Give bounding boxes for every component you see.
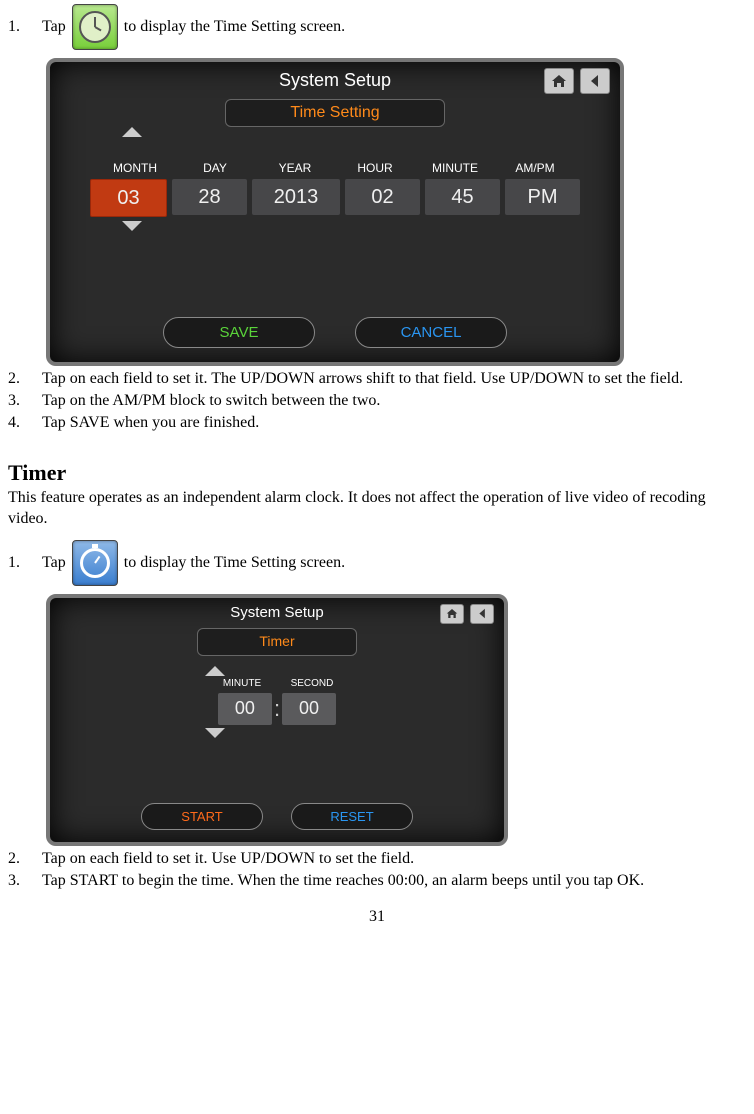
step-2-row: 2. Tap on each field to set it. The UP/D… (8, 370, 746, 388)
step-3-text: Tap on the AM/PM block to switch between… (42, 392, 746, 410)
timer-heading: Timer (8, 460, 746, 486)
field-row: 03 28 2013 02 45 PM (50, 179, 620, 217)
step-number: 1. (8, 18, 42, 36)
panel-title: System Setup (50, 598, 504, 624)
button-row: START RESET (50, 803, 504, 830)
timer-step-2-text: Tap on each field to set it. Use UP/DOWN… (42, 850, 746, 868)
reset-button[interactable]: RESET (291, 803, 413, 830)
step-4-row: 4. Tap SAVE when you are finished. (8, 414, 746, 432)
step-4-text: Tap SAVE when you are finished. (42, 414, 746, 432)
page-number: 31 (8, 908, 746, 926)
label-hour: HOUR (335, 161, 415, 175)
nav-buttons (440, 604, 494, 624)
arrow-up-icon[interactable] (92, 127, 172, 137)
panel-title: System Setup (50, 62, 620, 95)
hour-field[interactable]: 02 (345, 179, 420, 215)
label-minute: MINUTE (207, 678, 277, 689)
back-icon[interactable] (580, 68, 610, 94)
step-number: 3. (8, 392, 42, 410)
timer-step-1-content: Tap to display the Time Setting screen. (42, 540, 746, 586)
step-1-pre: Tap (42, 18, 66, 36)
colon: : (272, 693, 282, 725)
clock-icon (72, 4, 118, 50)
ampm-field[interactable]: PM (505, 179, 580, 215)
panel-tab: Timer (259, 633, 294, 649)
label-minute: MINUTE (415, 161, 495, 175)
back-icon[interactable] (470, 604, 494, 624)
label-year: YEAR (255, 161, 335, 175)
start-button[interactable]: START (141, 803, 263, 830)
arrow-down-icon[interactable] (185, 728, 245, 738)
save-button[interactable]: SAVE (163, 317, 315, 348)
label-month: MONTH (95, 161, 175, 175)
second-field[interactable]: 00 (282, 693, 336, 725)
timer-paragraph: This feature operates as an independent … (8, 488, 746, 530)
step-number: 2. (8, 850, 42, 868)
nav-buttons (544, 68, 610, 94)
step-1-content: Tap to display the Time Setting screen. (42, 4, 746, 50)
year-field[interactable]: 2013 (252, 179, 340, 215)
minute-field[interactable]: 00 (218, 693, 272, 725)
arrow-down-icon[interactable] (92, 221, 172, 231)
step-number: 3. (8, 872, 42, 890)
day-field[interactable]: 28 (172, 179, 247, 215)
field-headers: MINUTE SECOND (50, 678, 504, 689)
step-number: 2. (8, 370, 42, 388)
cancel-button[interactable]: CANCEL (355, 317, 507, 348)
panel-tab: Time Setting (290, 104, 379, 121)
home-icon[interactable] (544, 68, 574, 94)
month-field[interactable]: 03 (90, 179, 167, 217)
timer-step-1-post: to display the Time Setting screen. (124, 554, 345, 572)
minute-field[interactable]: 45 (425, 179, 500, 215)
timer-step-2-row: 2. Tap on each field to set it. Use UP/D… (8, 850, 746, 868)
timer-step-1-row: 1. Tap to display the Time Setting scree… (8, 540, 746, 586)
label-ampm: AM/PM (495, 161, 575, 175)
timer-step-3-row: 3. Tap START to begin the time. When the… (8, 872, 746, 890)
step-3-row: 3. Tap on the AM/PM block to switch betw… (8, 392, 746, 410)
step-1-row: 1. Tap to display the Time Setting scree… (8, 4, 746, 50)
home-icon[interactable] (440, 604, 464, 624)
label-second: SECOND (277, 678, 347, 689)
timer-screenshot: System Setup Timer MINUTE SECOND 00 : 00… (46, 594, 508, 846)
button-row: SAVE CANCEL (50, 317, 620, 348)
step-number: 4. (8, 414, 42, 432)
step-1-post: to display the Time Setting screen. (124, 18, 345, 36)
label-day: DAY (175, 161, 255, 175)
time-setting-screenshot: System Setup Time Setting MONTH DAY YEAR… (46, 58, 624, 366)
step-2-text: Tap on each field to set it. The UP/DOWN… (42, 370, 746, 388)
field-row: 00 : 00 (50, 693, 504, 725)
arrow-up-icon[interactable] (185, 666, 245, 676)
timer-step-1-pre: Tap (42, 554, 66, 572)
step-number: 1. (8, 554, 42, 572)
field-headers: MONTH DAY YEAR HOUR MINUTE AM/PM (50, 161, 620, 175)
timer-step-3-text: Tap START to begin the time. When the ti… (42, 872, 746, 890)
stopwatch-icon (72, 540, 118, 586)
